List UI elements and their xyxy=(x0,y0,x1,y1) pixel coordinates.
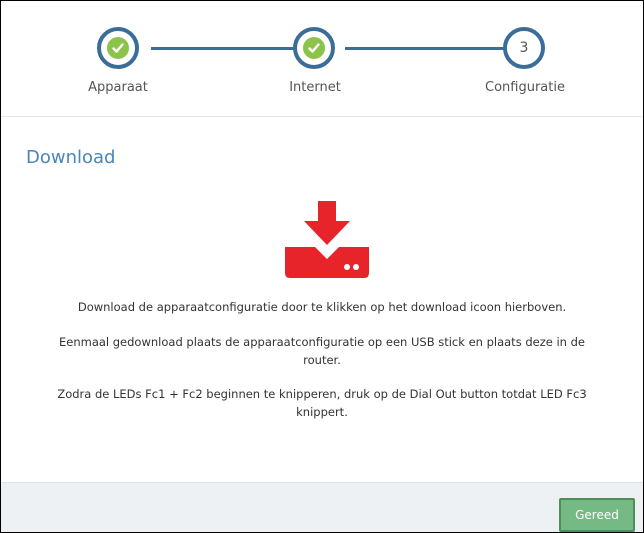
dialog-footer: Gereed xyxy=(1,482,643,532)
step-label-configuratie: Configuratie xyxy=(485,80,565,95)
done-button[interactable]: Gereed xyxy=(559,498,635,532)
check-icon xyxy=(107,37,129,59)
step-internet-indicator xyxy=(293,27,335,69)
instruction-text: Eenmaal gedownload plaats de apparaatcon… xyxy=(58,335,585,367)
step-configuratie-indicator: 3 xyxy=(503,27,545,69)
step-number: 3 xyxy=(519,40,529,56)
step-apparaat-indicator xyxy=(97,27,139,69)
wizard-dialog: Apparaat Internet 3 Configuratie Downloa… xyxy=(0,0,644,533)
download-router-icon[interactable] xyxy=(285,201,369,278)
step-label-apparaat: Apparaat xyxy=(88,80,148,95)
page-title: Download xyxy=(26,147,116,168)
check-icon xyxy=(303,37,325,59)
instruction-text: Zodra de LEDs Fc1 + Fc2 beginnen te knip… xyxy=(57,387,587,419)
step-label-internet: Internet xyxy=(289,80,341,95)
wizard-progress: Apparaat Internet 3 Configuratie xyxy=(1,1,643,117)
instruction-text: Download de apparaatconfiguratie door te… xyxy=(77,300,567,314)
progress-line xyxy=(151,47,311,50)
progress-line xyxy=(345,47,505,50)
